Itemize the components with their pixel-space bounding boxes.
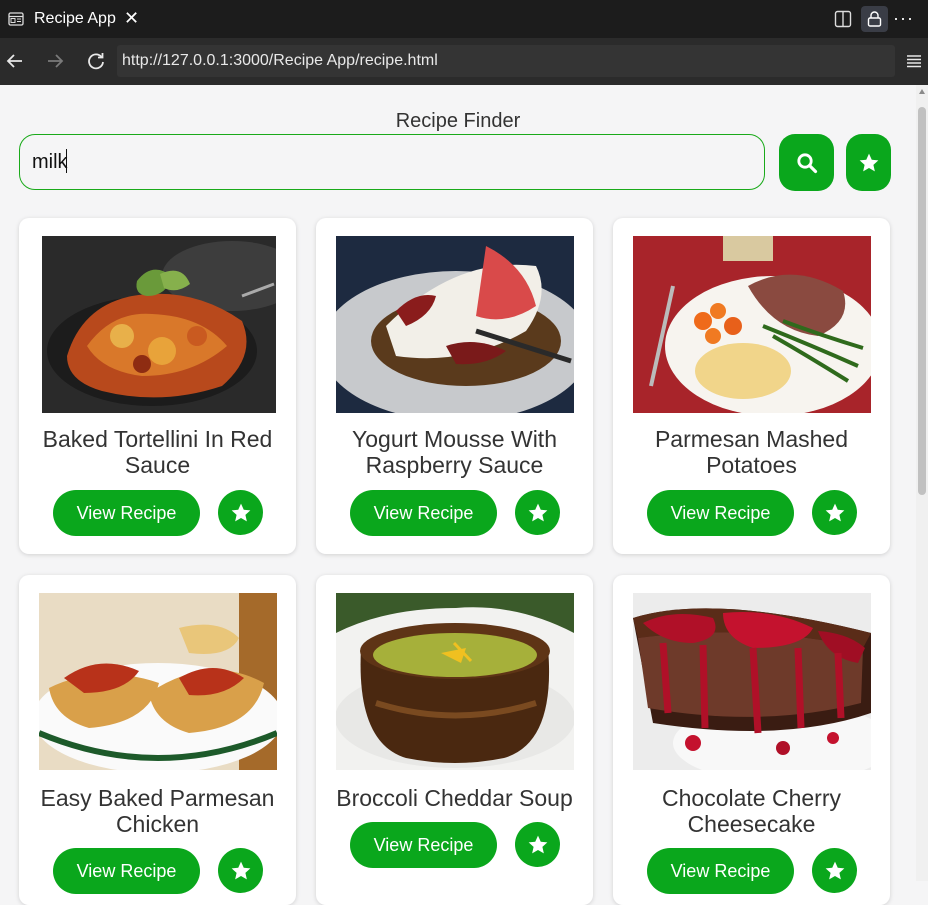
recipe-card: Chocolate Cherry Cheesecake View Recipe	[613, 575, 890, 905]
star-icon	[859, 153, 878, 171]
favorite-button[interactable]	[218, 490, 263, 535]
close-tab-icon[interactable]: ✕	[124, 9, 139, 27]
recipe-image	[39, 593, 277, 770]
forward-arrow-icon[interactable]	[45, 51, 65, 71]
search-button[interactable]	[779, 134, 834, 191]
recipe-image	[336, 593, 574, 770]
recipe-card: Broccoli Cheddar Soup View Recipe	[316, 575, 593, 905]
scrollbar[interactable]	[916, 85, 928, 881]
star-icon	[825, 503, 844, 521]
more-options-icon[interactable]: ···	[893, 8, 914, 29]
recipe-title: Yogurt Mousse With Raspberry Sauce	[352, 426, 557, 478]
view-recipe-button[interactable]: View Recipe	[647, 490, 794, 536]
page-title: Recipe Finder	[395, 110, 521, 132]
recipe-title: Broccoli Cheddar Soup	[336, 785, 573, 811]
address-bar[interactable]: http://127.0.0.1:3000/Recipe App/recipe.…	[117, 45, 895, 77]
recipe-title: Baked Tortellini In Red Sauce	[42, 426, 273, 478]
recipe-card: Easy Baked Parmesan Chicken View Recipe	[19, 575, 296, 905]
page-viewport: Recipe Finder milk Baked Tortellini In R…	[0, 85, 916, 905]
reload-icon[interactable]	[86, 51, 106, 71]
recipe-card: Yogurt Mousse With Raspberry Sauce View …	[316, 218, 593, 554]
tab-title: Recipe App	[34, 10, 116, 27]
favorite-button[interactable]	[515, 490, 560, 535]
recipe-image	[633, 593, 871, 770]
page-icon	[8, 12, 24, 26]
lock-button[interactable]	[861, 6, 888, 32]
recipe-image	[42, 236, 276, 413]
url-text: http://127.0.0.1:3000/Recipe App/recipe.…	[122, 52, 438, 69]
scrollbar-thumb[interactable]	[918, 107, 926, 495]
recipe-image	[336, 236, 574, 413]
menu-icon[interactable]	[906, 54, 922, 68]
browser-nav-bar: http://127.0.0.1:3000/Recipe App/recipe.…	[0, 38, 928, 85]
recipe-title: Parmesan Mashed Potatoes	[654, 426, 849, 478]
split-view-icon[interactable]	[834, 10, 852, 28]
star-icon	[528, 835, 547, 853]
star-icon	[825, 861, 844, 879]
view-recipe-button[interactable]: View Recipe	[350, 490, 497, 536]
view-recipe-button[interactable]: View Recipe	[647, 848, 794, 894]
browser-tab[interactable]: Recipe App ✕	[0, 0, 152, 38]
search-input[interactable]	[19, 134, 765, 190]
search-icon	[796, 152, 817, 173]
favorite-button[interactable]	[812, 490, 857, 535]
view-recipe-button[interactable]: View Recipe	[350, 822, 497, 868]
view-recipe-button[interactable]: View Recipe	[53, 490, 200, 536]
recipe-card: Parmesan Mashed Potatoes View Recipe	[613, 218, 890, 554]
star-icon	[231, 861, 250, 879]
back-arrow-icon[interactable]	[5, 51, 25, 71]
star-icon	[231, 503, 250, 521]
star-icon	[528, 503, 547, 521]
favorite-button[interactable]	[218, 848, 263, 893]
scroll-up-arrow-icon[interactable]	[919, 89, 925, 94]
text-caret	[66, 149, 67, 173]
recipe-title: Chocolate Cherry Cheesecake	[662, 785, 841, 837]
recipe-image	[633, 236, 871, 413]
favorite-button[interactable]	[812, 848, 857, 893]
recipe-title: Easy Baked Parmesan Chicken	[40, 785, 275, 837]
favorites-button[interactable]	[846, 134, 891, 191]
lock-icon	[867, 11, 882, 27]
favorite-button[interactable]	[515, 822, 560, 867]
recipe-card: Baked Tortellini In Red Sauce View Recip…	[19, 218, 296, 554]
view-recipe-button[interactable]: View Recipe	[53, 848, 200, 894]
browser-tab-bar: Recipe App ✕ ···	[0, 0, 928, 38]
